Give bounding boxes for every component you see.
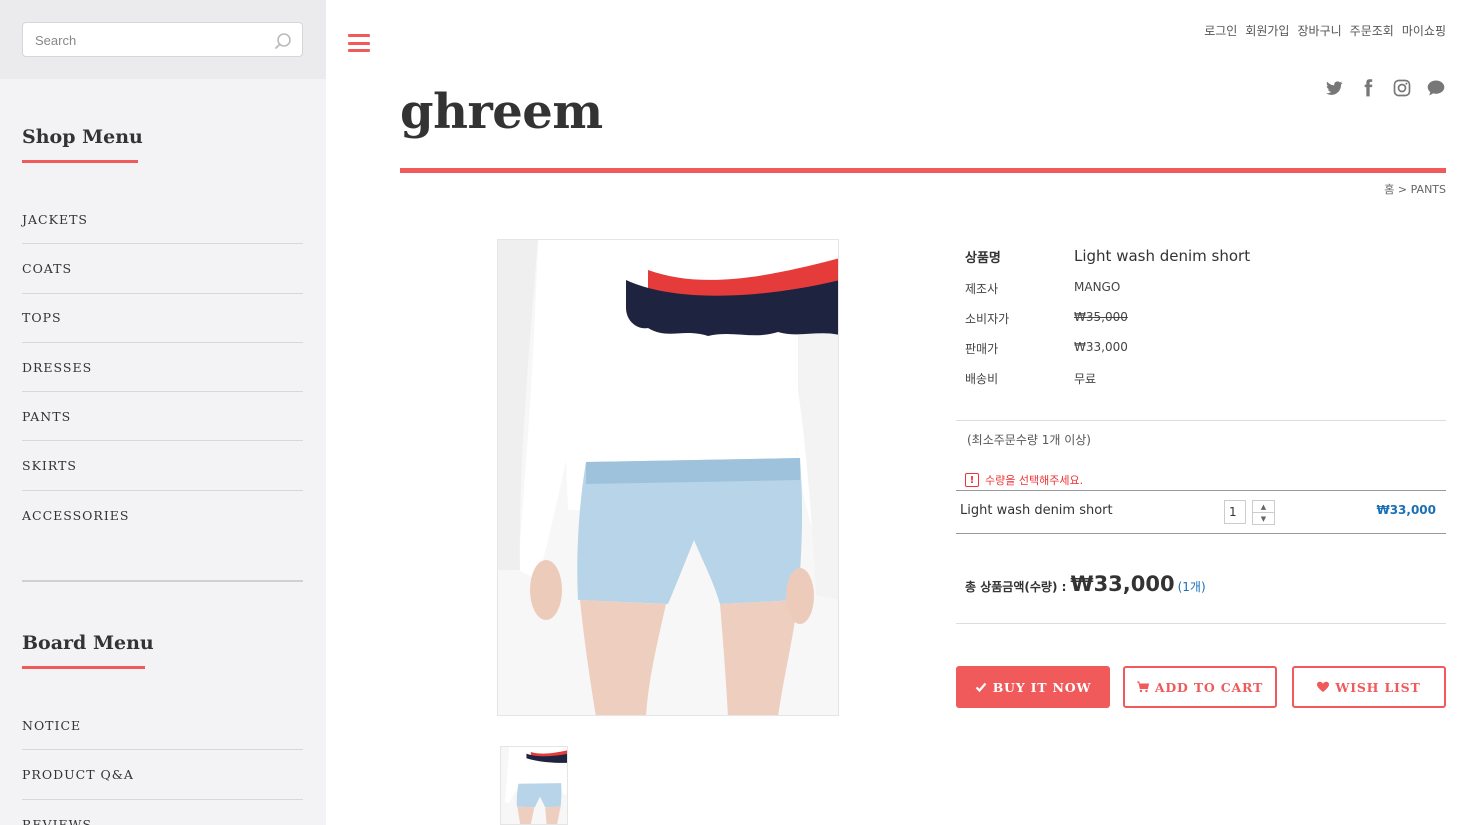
search-area (0, 0, 326, 79)
check-icon (975, 682, 987, 693)
board-menu-underline (22, 666, 145, 669)
shop-menu-item-accessories[interactable]: ACCESSORIES (22, 491, 303, 540)
option-top-divider (956, 490, 1446, 491)
social-icons (1324, 78, 1446, 98)
thumbnail-photo (501, 747, 567, 824)
quantity-up-icon[interactable]: ▲ (1253, 501, 1274, 513)
board-menu-list: NOTICE PRODUCT Q&A REVIEWS (22, 701, 303, 825)
option-bottom-divider (956, 533, 1446, 534)
wish-list-button[interactable]: WISH LIST (1292, 666, 1446, 708)
quantity-warning: ! 수량을 선택해주세요. (965, 472, 1083, 488)
twitter-icon[interactable] (1324, 78, 1344, 98)
board-menu-item-reviews[interactable]: REVIEWS (22, 800, 303, 825)
quantity-warning-text: 수량을 선택해주세요. (985, 474, 1084, 487)
shop-menu-item-jackets[interactable]: JACKETS (22, 195, 303, 245)
header-accent-line (400, 168, 1446, 173)
wish-list-label: WISH LIST (1335, 679, 1421, 695)
option-price: ₩33,000 (1376, 503, 1436, 517)
join-link[interactable]: 회원가입 (1245, 22, 1289, 39)
login-link[interactable]: 로그인 (1204, 22, 1237, 39)
shop-menu-underline (22, 160, 138, 163)
search-box[interactable] (22, 22, 303, 57)
buy-now-label: BUY IT NOW (992, 679, 1092, 695)
product-name-label: 상품명 (965, 251, 1001, 266)
shipping-label: 배송비 (965, 372, 999, 386)
add-to-cart-label: ADD TO CART (1154, 679, 1264, 695)
shop-menu-item-pants[interactable]: PANTS (22, 392, 303, 442)
option-name: Light wash denim short (960, 503, 1113, 518)
shop-menu-item-coats[interactable]: COATS (22, 244, 303, 294)
sidebar: Shop Menu JACKETS COATS TOPS DRESSES PAN… (0, 0, 326, 825)
total-label: 총 상품금액(수량) : (965, 580, 1067, 594)
sale-price-label: 판매가 (965, 342, 999, 356)
warning-icon: ! (965, 473, 979, 487)
shop-menu-list: JACKETS COATS TOPS DRESSES PANTS SKIRTS … (22, 195, 303, 540)
quantity-stepper: ▲ ▼ (1252, 500, 1275, 525)
hamburger-menu-icon[interactable] (348, 34, 370, 52)
site-logo[interactable]: ghreem (400, 84, 603, 140)
consumer-price-label: 소비자가 (965, 312, 1010, 326)
shop-menu-item-skirts[interactable]: SKIRTS (22, 441, 303, 491)
heart-icon (1317, 681, 1330, 692)
cart-icon (1136, 681, 1149, 693)
my-shopping-link[interactable]: 마이쇼핑 (1402, 22, 1446, 39)
instagram-icon[interactable] (1392, 78, 1412, 98)
product-main-image (497, 239, 839, 716)
board-menu-item-notice[interactable]: NOTICE (22, 701, 303, 751)
top-links: 로그인 회원가입 장바구니 주문조회 마이쇼핑 (1204, 22, 1446, 39)
total-price: 총 상품금액(수량) : ₩33,000 (1개) (965, 572, 1206, 596)
info-divider (956, 420, 1446, 421)
cart-link[interactable]: 장바구니 (1297, 22, 1341, 39)
quantity-input[interactable]: 1 (1224, 500, 1246, 524)
sidebar-divider (22, 580, 303, 582)
maker-label: 제조사 (965, 282, 999, 296)
shop-menu-title: Shop Menu (22, 126, 143, 148)
total-divider (956, 623, 1446, 624)
product-thumbnail[interactable] (500, 746, 568, 825)
breadcrumb: 홈 > PANTS (1384, 183, 1446, 196)
shipping-value: 무료 (1074, 372, 1097, 386)
search-icon[interactable] (273, 31, 293, 51)
order-lookup-link[interactable]: 주문조회 (1350, 22, 1394, 39)
add-to-cart-button[interactable]: ADD TO CART (1123, 666, 1277, 708)
chat-icon[interactable] (1426, 78, 1446, 98)
buy-now-button[interactable]: BUY IT NOW (956, 666, 1110, 708)
board-menu-title: Board Menu (22, 632, 154, 654)
facebook-icon[interactable] (1358, 78, 1378, 98)
search-input[interactable] (35, 31, 265, 49)
maker-value: MANGO (1074, 280, 1121, 294)
board-menu-item-product-qa[interactable]: PRODUCT Q&A (22, 750, 303, 800)
sale-price-value: ₩33,000 (1074, 340, 1128, 354)
consumer-price-value: ₩35,000 (1074, 310, 1128, 324)
product-photo (498, 240, 838, 715)
product-name-value: Light wash denim short (1074, 247, 1251, 265)
min-order-notice: (최소주문수량 1개 이상) (967, 433, 1091, 447)
quantity-down-icon[interactable]: ▼ (1253, 513, 1274, 525)
shop-menu-item-tops[interactable]: TOPS (22, 294, 303, 343)
total-count: (1개) (1177, 580, 1206, 594)
shop-menu-item-dresses[interactable]: DRESSES (22, 343, 303, 393)
total-amount: ₩33,000 (1070, 572, 1175, 596)
